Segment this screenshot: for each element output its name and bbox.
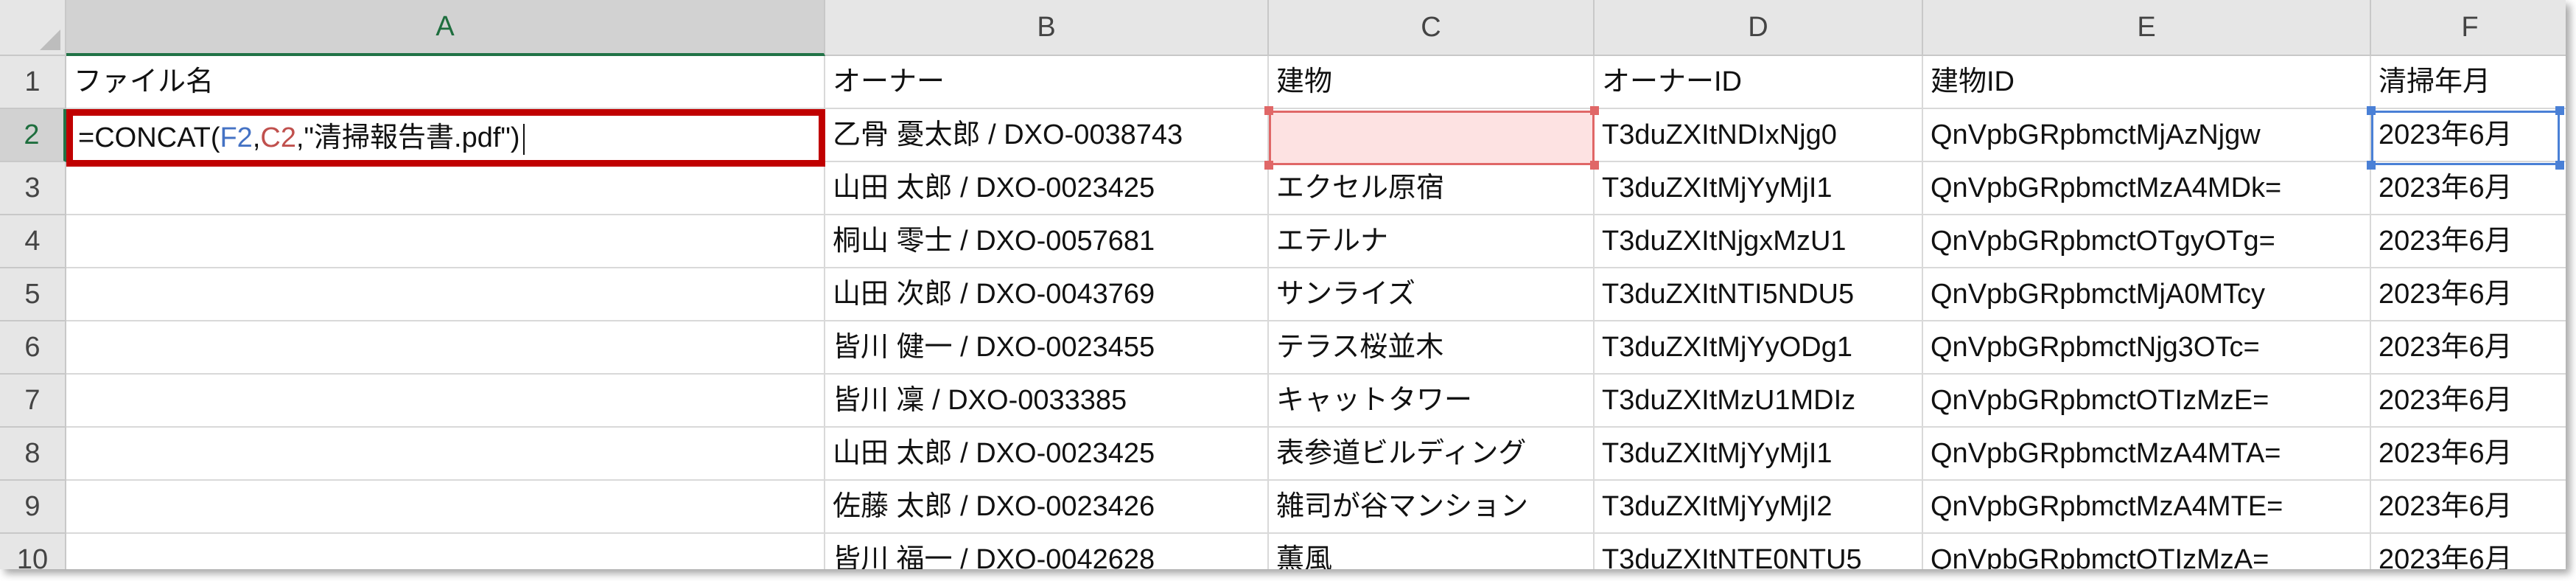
cell-e6[interactable]: QnVpbGRpbmctNjg3OTc= bbox=[1923, 321, 2371, 375]
header-cell-b1[interactable]: オーナー bbox=[825, 56, 1269, 109]
cell-a6[interactable] bbox=[66, 321, 825, 375]
row-header-5[interactable]: 5 bbox=[0, 268, 66, 321]
cell-a7[interactable] bbox=[66, 375, 825, 428]
cell-c5[interactable]: サンライズ bbox=[1269, 268, 1595, 321]
row-header-3[interactable]: 3 bbox=[0, 162, 66, 215]
ref-handle-f2-tl[interactable] bbox=[2367, 106, 2376, 115]
cell-a3[interactable] bbox=[66, 162, 825, 215]
cell-a8[interactable] bbox=[66, 428, 825, 481]
cell-c4[interactable]: エテルナ bbox=[1269, 215, 1595, 268]
cell-f4[interactable]: 2023年6月 bbox=[2371, 215, 2566, 268]
ref-handle-f2-bl[interactable] bbox=[2367, 161, 2376, 170]
column-header-d[interactable]: D bbox=[1595, 0, 1923, 56]
cell-e3[interactable]: QnVpbGRpbmctMzA4MDk= bbox=[1923, 162, 2371, 215]
cell-b5[interactable]: 山田 次郎 / DXO-0043769 bbox=[825, 268, 1269, 321]
cell-f5[interactable]: 2023年6月 bbox=[2371, 268, 2566, 321]
row-header-1[interactable]: 1 bbox=[0, 56, 66, 109]
row-header-4[interactable]: 4 bbox=[0, 215, 66, 268]
cell-d3[interactable]: T3duZXItMjYyMjI1 bbox=[1595, 162, 1923, 215]
cell-a10[interactable] bbox=[66, 534, 825, 569]
cell-a4[interactable] bbox=[66, 215, 825, 268]
select-all-corner[interactable] bbox=[0, 0, 66, 56]
header-cell-a1[interactable]: ファイル名 bbox=[66, 56, 825, 109]
cell-e4[interactable]: QnVpbGRpbmctOTgyOTg= bbox=[1923, 215, 2371, 268]
cell-c3[interactable]: エクセル原宿 bbox=[1269, 162, 1595, 215]
cell-d7[interactable]: T3duZXItMzU1MDIz bbox=[1595, 375, 1923, 428]
column-header-a[interactable]: A bbox=[66, 0, 825, 56]
cell-e9[interactable]: QnVpbGRpbmctMzA4MTE= bbox=[1923, 481, 2371, 534]
header-cell-e1[interactable]: 建物ID bbox=[1923, 56, 2371, 109]
cell-c9[interactable]: 雑司が谷マンション bbox=[1269, 481, 1595, 534]
cell-d4[interactable]: T3duZXItNjgxMzU1 bbox=[1595, 215, 1923, 268]
cell-f8[interactable]: 2023年6月 bbox=[2371, 428, 2566, 481]
cell-c10[interactable]: 薫風 bbox=[1269, 534, 1595, 569]
row-header-2[interactable]: 2 bbox=[0, 109, 66, 162]
ref-handle-c2-bl[interactable] bbox=[1264, 161, 1273, 170]
cell-c6[interactable]: テラス桜並木 bbox=[1269, 321, 1595, 375]
cell-d6[interactable]: T3duZXItMjYyODg1 bbox=[1595, 321, 1923, 375]
header-cell-f1[interactable]: 清掃年月 bbox=[2371, 56, 2566, 109]
cell-d10[interactable]: T3duZXItNTE0NTU5 bbox=[1595, 534, 1923, 569]
ref-handle-c2-br[interactable] bbox=[1590, 161, 1599, 170]
cell-d2[interactable]: T3duZXItNDIxNjg0 bbox=[1595, 109, 1923, 162]
cell-b10[interactable]: 皆川 福一 / DXO-0042628 bbox=[825, 534, 1269, 569]
row-header-8[interactable]: 8 bbox=[0, 428, 66, 481]
reference-highlight-c2 bbox=[1269, 111, 1595, 165]
cell-f10[interactable]: 2023年6月 bbox=[2371, 534, 2566, 569]
column-header-b[interactable]: B bbox=[825, 0, 1269, 56]
cell-e7[interactable]: QnVpbGRpbmctOTIzMzE= bbox=[1923, 375, 2371, 428]
header-cell-d1[interactable]: オーナーID bbox=[1595, 56, 1923, 109]
cell-b7[interactable]: 皆川 凜 / DXO-0033385 bbox=[825, 375, 1269, 428]
cell-e5[interactable]: QnVpbGRpbmctMjA0MTcy bbox=[1923, 268, 2371, 321]
cell-c8[interactable]: 表参道ビルディング bbox=[1269, 428, 1595, 481]
cell-e8[interactable]: QnVpbGRpbmctMzA4MTA= bbox=[1923, 428, 2371, 481]
cell-e10[interactable]: QnVpbGRpbmctOTIzMzA= bbox=[1923, 534, 2371, 569]
cell-f6[interactable]: 2023年6月 bbox=[2371, 321, 2566, 375]
cell-b3[interactable]: 山田 太郎 / DXO-0023425 bbox=[825, 162, 1269, 215]
cell-f7[interactable]: 2023年6月 bbox=[2371, 375, 2566, 428]
cell-e2[interactable]: QnVpbGRpbmctMjAzNjgw bbox=[1923, 109, 2371, 162]
column-header-c[interactable]: C bbox=[1269, 0, 1595, 56]
cell-a9[interactable] bbox=[66, 481, 825, 534]
cell-b9[interactable]: 佐藤 太郎 / DXO-0023426 bbox=[825, 481, 1269, 534]
cell-d8[interactable]: T3duZXItMjYyMjI1 bbox=[1595, 428, 1923, 481]
cell-f3[interactable]: 2023年6月 bbox=[2371, 162, 2566, 215]
column-header-e[interactable]: E bbox=[1923, 0, 2371, 56]
cell-a5[interactable] bbox=[66, 268, 825, 321]
select-all-icon bbox=[40, 29, 60, 50]
ref-handle-f2-br[interactable] bbox=[2555, 161, 2564, 170]
formula-highlight-box bbox=[66, 109, 825, 167]
cell-b8[interactable]: 山田 太郎 / DXO-0023425 bbox=[825, 428, 1269, 481]
row-header-10[interactable]: 10 bbox=[0, 534, 66, 569]
reference-highlight-f2 bbox=[2371, 111, 2560, 165]
cell-d9[interactable]: T3duZXItMjYyMjI2 bbox=[1595, 481, 1923, 534]
cell-b4[interactable]: 桐山 零士 / DXO-0057681 bbox=[825, 215, 1269, 268]
ref-handle-c2-tr[interactable] bbox=[1590, 106, 1599, 115]
cell-b2[interactable]: 乙骨 憂太郎 / DXO-0038743 bbox=[825, 109, 1269, 162]
spreadsheet-grid: ABCDEF 1 2 3 4 5 6 7 8 9 10 ファイル名 オーナー 建物 オーナーID 建物ID… bbox=[0, 0, 2566, 569]
cell-f9[interactable]: 2023年6月 bbox=[2371, 481, 2566, 534]
row-header-6[interactable]: 6 bbox=[0, 321, 66, 375]
header-cell-c1[interactable]: 建物 bbox=[1269, 56, 1595, 109]
row-header-7[interactable]: 7 bbox=[0, 375, 66, 428]
cell-b6[interactable]: 皆川 健一 / DXO-0023455 bbox=[825, 321, 1269, 375]
cell-d5[interactable]: T3duZXItNTI5NDU5 bbox=[1595, 268, 1923, 321]
row-header-9[interactable]: 9 bbox=[0, 481, 66, 534]
cell-c7[interactable]: キャットタワー bbox=[1269, 375, 1595, 428]
column-header-f[interactable]: F bbox=[2371, 0, 2566, 56]
ref-handle-f2-tr[interactable] bbox=[2555, 106, 2564, 115]
ref-handle-c2-tl[interactable] bbox=[1264, 106, 1273, 115]
